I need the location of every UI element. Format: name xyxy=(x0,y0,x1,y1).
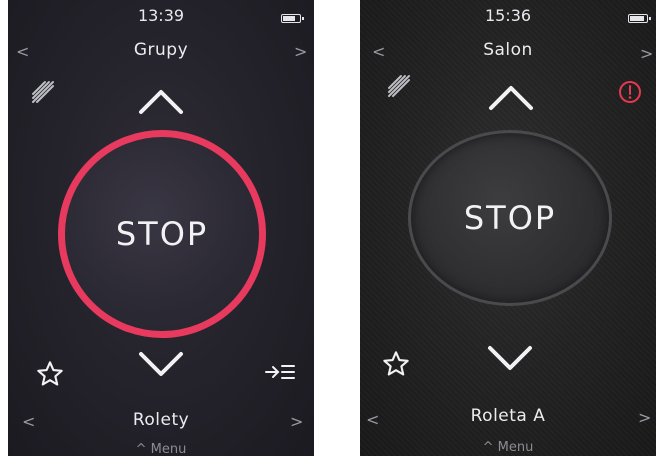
chevron-up-icon[interactable] xyxy=(137,86,185,116)
star-icon[interactable] xyxy=(36,360,64,388)
device-screen-right: 15:36 < Salon > STOP < Roleta A > ^ Menu xyxy=(360,0,656,456)
bottom-nav-label: Roleta A xyxy=(470,406,546,426)
chevron-down-icon[interactable] xyxy=(486,344,534,374)
star-icon[interactable] xyxy=(382,350,410,378)
device-screen-left: 13:39 < Grupy > STOP < Rolety > ^ Menu xyxy=(8,0,314,456)
battery-icon xyxy=(281,14,304,23)
stop-button[interactable]: STOP xyxy=(58,130,266,338)
stripes-icon[interactable] xyxy=(386,72,412,100)
top-nav-label: Grupy xyxy=(133,40,189,60)
battery-icon xyxy=(628,14,651,23)
warning-icon[interactable] xyxy=(618,80,642,104)
bottom-nav-next-button[interactable]: > xyxy=(290,412,303,431)
stop-button[interactable]: STOP xyxy=(408,130,612,306)
top-nav-next-button[interactable]: > xyxy=(640,44,653,63)
stop-label: STOP xyxy=(115,215,209,253)
stop-label: STOP xyxy=(463,199,557,237)
menu-hint[interactable]: ^ Menu xyxy=(360,440,656,455)
bottom-nav-label: Rolety xyxy=(132,410,190,430)
chevron-up-icon[interactable] xyxy=(487,82,535,112)
stripes-icon[interactable] xyxy=(30,78,56,106)
bottom-nav-next-button[interactable]: > xyxy=(638,408,651,427)
arrow-list-icon[interactable] xyxy=(264,362,296,382)
clock: 13:39 xyxy=(137,6,185,25)
chevron-down-icon[interactable] xyxy=(137,350,185,380)
menu-hint[interactable]: ^ Menu xyxy=(8,442,314,456)
top-nav-next-button[interactable]: > xyxy=(294,42,307,61)
top-nav-label: Salon xyxy=(483,40,533,60)
clock: 15:36 xyxy=(484,6,532,25)
